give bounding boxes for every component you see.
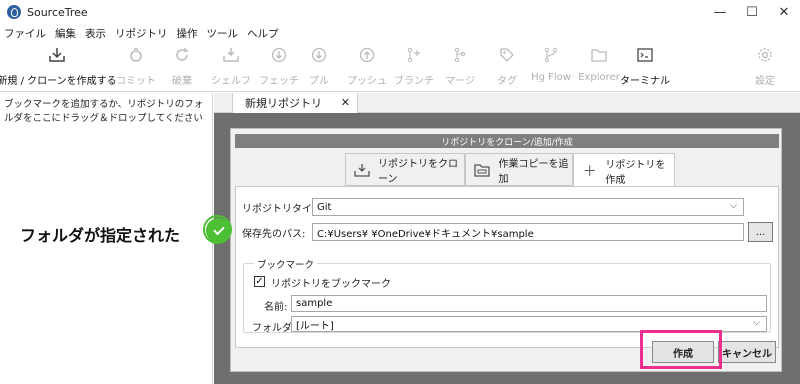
hgflow-button[interactable]: Hg Flow [531, 44, 571, 83]
tag-button[interactable]: タグ [496, 44, 518, 87]
tag-icon [496, 44, 518, 66]
shelve-icon [220, 44, 242, 66]
hgflow-icon [540, 44, 562, 66]
shelve-button[interactable]: シェルフ [211, 44, 251, 87]
toolbar-label: ブランチ [394, 76, 434, 87]
new-clone-button[interactable]: 新規 / クローンを作成する [0, 44, 117, 87]
destination-path-input[interactable]: C:¥Users¥ ¥OneDrive¥ドキュメント¥sample [312, 223, 744, 241]
tab-label: 作業コピーを追加 [498, 158, 569, 185]
menu-edit[interactable]: 編集 [55, 26, 76, 41]
bookmark-checkbox[interactable]: ✓ [254, 276, 265, 287]
chevron-down-icon: ⌵ [730, 201, 737, 211]
tab-create-repository[interactable]: ＋ リポジトリを作成 [573, 153, 675, 187]
toolbar-label: Explorer [578, 72, 620, 83]
plus-icon: ＋ [582, 163, 597, 180]
window-title: SourceTree [27, 5, 88, 19]
discard-button[interactable]: 破棄 [167, 44, 197, 87]
window-controls: — ☐ ✕ [704, 0, 800, 24]
tab-label: リポジトリを作成 [605, 159, 666, 186]
menu-bar: ファイル 編集 表示 リポジトリ 操作 ツール ヘルプ [0, 24, 800, 42]
name-value: sample [296, 298, 333, 309]
menu-file[interactable]: ファイル [4, 26, 46, 41]
minimize-button[interactable]: — [704, 0, 736, 24]
bookmark-name-input[interactable]: sample [291, 295, 767, 312]
toolbar-label: プル [309, 76, 329, 87]
fetch-icon [268, 44, 290, 66]
title-bar: SourceTree — ☐ ✕ [0, 0, 800, 24]
repo-type-value: Git [317, 201, 332, 213]
toolbar-label: 新規 / クローンを作成する [0, 76, 117, 87]
folder-label: フォルダ: [252, 323, 296, 334]
gear-icon [754, 44, 776, 66]
settings-button[interactable]: 設定 [752, 44, 778, 87]
new-clone-icon [46, 44, 68, 66]
close-window-button[interactable]: ✕ [768, 0, 800, 24]
toolbar-label: ターミナル [620, 76, 670, 87]
highlight-box [640, 330, 722, 369]
terminal-button[interactable]: ターミナル [620, 44, 670, 87]
push-button[interactable]: プッシュ [347, 44, 387, 87]
name-label: 名前: [264, 302, 288, 313]
pull-button[interactable]: プル [306, 44, 332, 87]
merge-icon [449, 44, 471, 66]
pull-icon [308, 44, 330, 66]
menu-view[interactable]: 表示 [85, 26, 106, 41]
explorer-button[interactable]: Explorer [578, 44, 620, 83]
close-tab-icon[interactable]: ✕ [341, 96, 350, 109]
menu-help[interactable]: ヘルプ [247, 26, 279, 41]
chevron-down-icon: ⌵ [753, 318, 760, 328]
branch-icon [403, 44, 425, 66]
path-label: 保存先のパス: [242, 229, 306, 240]
toolbar-label: Hg Flow [531, 72, 571, 83]
toolbar-label: タグ [497, 76, 517, 87]
tab-add-working-copy[interactable]: 作業コピーを追加 [465, 153, 573, 186]
bookmark-group: ブックマーク ✓ リポジトリをブックマーク 名前: sample フォルダ: [… [243, 257, 771, 334]
bookmark-checkbox-label: リポジトリをブックマーク [271, 279, 391, 290]
download-icon [354, 161, 370, 179]
toolbar-label: プッシュ [347, 76, 387, 87]
bookmark-group-title: ブックマーク [254, 257, 318, 271]
toolbar: 新規 / クローンを作成する コミット 破棄 シェルフ フェッチ プル プッシュ… [0, 42, 800, 92]
folder-icon [588, 44, 610, 66]
browse-button[interactable]: ... [748, 222, 773, 242]
commit-icon [125, 44, 147, 66]
check-circle-icon [203, 215, 232, 244]
menu-tools[interactable]: ツール [207, 26, 239, 41]
terminal-icon [634, 44, 656, 66]
toolbar-label: 破棄 [172, 76, 192, 87]
toolbar-label: マージ [445, 76, 475, 87]
repo-type-select[interactable]: Git ⌵ [312, 198, 744, 216]
path-value: C:¥Users¥ ¥OneDrive¥ドキュメント¥sample [317, 228, 534, 240]
commit-button[interactable]: コミット [116, 44, 156, 87]
folder-value: [ルート] [296, 320, 334, 332]
merge-button[interactable]: マージ [445, 44, 475, 87]
dialog-header: リポジトリをクローン/追加/作成 [235, 134, 779, 148]
cancel-button[interactable]: キャンセル [718, 341, 776, 363]
bookmarks-hint: ブックマークを追加するか、リポジトリのフォルダをここにドラッグ＆ドロップしてくだ… [4, 99, 204, 124]
tab-label: 新規リポジトリ [245, 97, 322, 110]
maximize-button[interactable]: ☐ [736, 0, 768, 24]
tab-new-repository[interactable]: 新規リポジトリ ✕ [232, 93, 358, 113]
toolbar-label: 設定 [755, 76, 775, 87]
document-tab-strip: 新規リポジトリ ✕ [214, 93, 800, 113]
fetch-button[interactable]: フェッチ [259, 44, 299, 87]
folder-icon [474, 161, 491, 179]
discard-icon [171, 44, 193, 66]
branch-button[interactable]: ブランチ [394, 44, 434, 87]
menu-repository[interactable]: リポジトリ [115, 26, 168, 41]
toolbar-label: コミット [116, 76, 156, 87]
toolbar-label: フェッチ [259, 76, 299, 87]
annotation-caption: フォルダが指定された [20, 226, 181, 245]
sourcetree-logo-icon [7, 5, 21, 19]
menu-actions[interactable]: 操作 [177, 26, 198, 41]
push-icon [356, 44, 378, 66]
tab-clone[interactable]: リポジトリをクローン [345, 153, 465, 186]
toolbar-label: シェルフ [211, 76, 251, 87]
create-form-panel: リポジトリタイプ: Git ⌵ 保存先のパス: C:¥Users¥ ¥OneDr… [235, 186, 779, 348]
tab-label: リポジトリをクローン [378, 158, 458, 185]
